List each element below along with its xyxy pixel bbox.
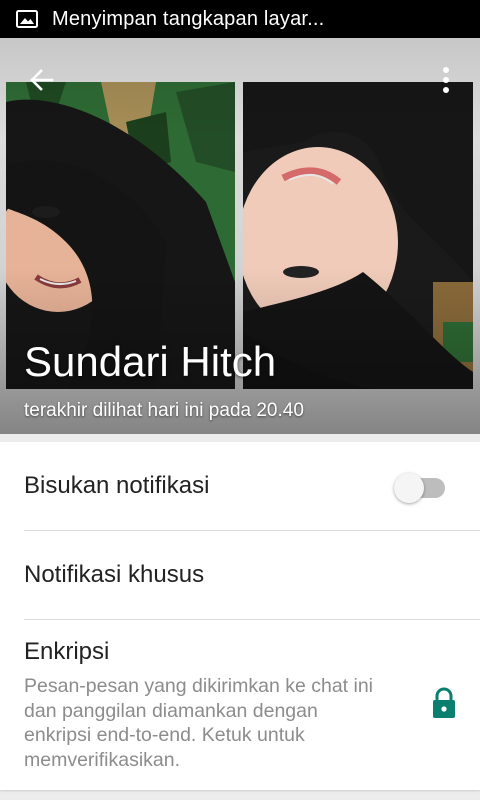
mute-notifications-toggle[interactable] (393, 472, 447, 503)
image-icon (15, 9, 39, 29)
status-notification-text: Menyimpan tangkapan layar... (52, 7, 325, 30)
status-bar: Menyimpan tangkapan layar... (0, 0, 480, 38)
mute-notifications-label: Bisukan notifikasi (24, 472, 210, 499)
mute-notifications-row[interactable]: Bisukan notifikasi (0, 442, 480, 530)
contact-name: Sundari Hitch (24, 338, 277, 385)
lock-icon (430, 686, 458, 720)
profile-photo-right (243, 82, 473, 389)
encryption-description: Pesan-pesan yang dikirimkan ke chat ini … (24, 675, 374, 771)
last-seen-status: terakhir dilihat hari ini pada 20.40 (24, 400, 304, 421)
overflow-menu-button[interactable] (432, 62, 460, 98)
arrow-back-icon (24, 69, 60, 102)
encryption-label: Enkripsi (24, 638, 110, 665)
profile-header: Sundari Hitch terakhir dilihat hari ini … (0, 38, 480, 434)
settings-card: Bisukan notifikasi Notifikasi khusus Enk… (0, 442, 480, 790)
encryption-row[interactable]: Enkripsi Pesan-pesan yang dikirimkan ke … (0, 620, 480, 790)
custom-notifications-row[interactable]: Notifikasi khusus (0, 531, 480, 619)
more-vert-icon (432, 67, 460, 102)
custom-notifications-label: Notifikasi khusus (24, 561, 205, 588)
back-button[interactable] (24, 62, 60, 98)
toggle-thumb (394, 473, 424, 503)
